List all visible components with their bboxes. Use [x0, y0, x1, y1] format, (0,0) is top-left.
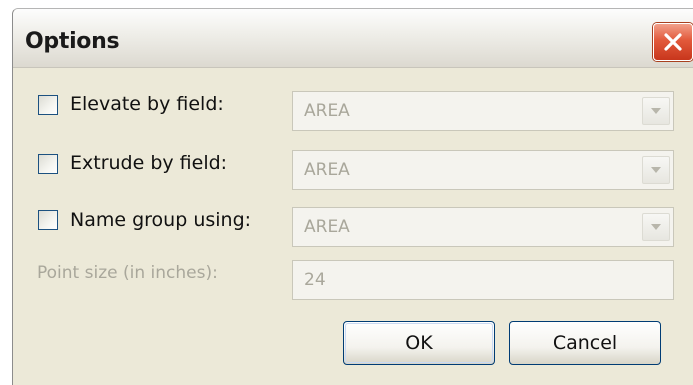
chevron-down-icon [651, 167, 661, 173]
dialog-title: Options [25, 29, 120, 54]
cancel-button[interactable]: Cancel [509, 321, 661, 365]
title-bar[interactable]: Options [13, 9, 693, 68]
name-group-select[interactable]: AREA [292, 207, 674, 247]
ok-button[interactable]: OK [343, 321, 495, 365]
extrude-dropdown-button[interactable] [642, 156, 670, 184]
cancel-button-label: Cancel [552, 332, 618, 354]
elevate-select-value: AREA [304, 101, 350, 121]
name-group-select-value: AREA [304, 217, 350, 237]
close-icon [664, 33, 682, 51]
extrude-checkbox[interactable] [38, 154, 58, 174]
close-button[interactable] [653, 23, 693, 61]
name-group-checkbox[interactable] [38, 210, 58, 230]
options-dialog: Options Elevate by field: AREA Extrude b… [12, 8, 693, 385]
chevron-down-icon [651, 224, 661, 230]
extrude-field-select[interactable]: AREA [292, 150, 674, 190]
elevate-row: Elevate by field: AREA [13, 91, 693, 135]
background-strip [0, 0, 12, 385]
extrude-label: Extrude by field: [70, 152, 228, 174]
extrude-select-value: AREA [304, 160, 350, 180]
elevate-field-select[interactable]: AREA [292, 91, 674, 131]
name-group-row: Name group using: AREA [13, 205, 693, 249]
point-size-input[interactable]: 24 [292, 260, 674, 300]
point-size-value: 24 [304, 270, 326, 290]
elevate-dropdown-button[interactable] [642, 97, 670, 125]
point-size-label: Point size (in inches): [37, 263, 218, 283]
ok-button-label: OK [405, 332, 433, 354]
chevron-down-icon [651, 108, 661, 114]
name-group-label: Name group using: [70, 209, 252, 231]
name-group-dropdown-button[interactable] [642, 213, 670, 241]
elevate-checkbox[interactable] [38, 95, 58, 115]
extrude-row: Extrude by field: AREA [13, 149, 693, 193]
elevate-label: Elevate by field: [70, 93, 224, 115]
